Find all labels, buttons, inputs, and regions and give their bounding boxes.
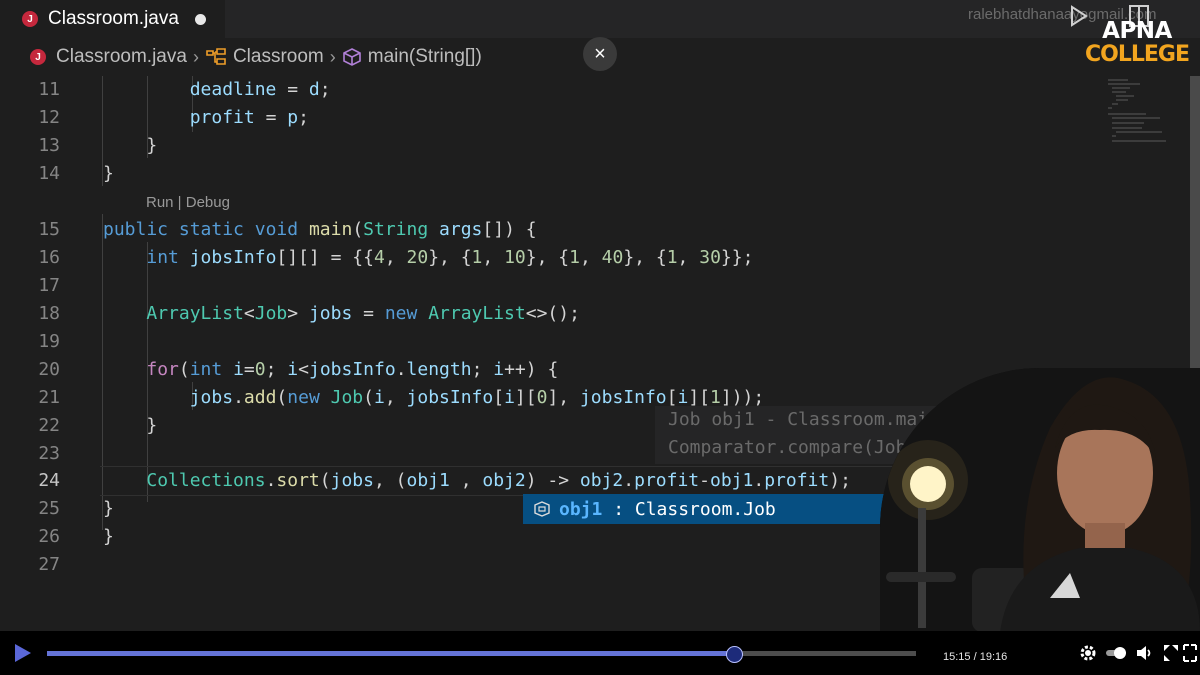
suggestion-item-selected[interactable]: obj1 : Classroom.Job — [523, 494, 893, 524]
settings-gear-icon[interactable] — [1078, 643, 1098, 663]
progress-fill — [47, 651, 735, 656]
method-cube-icon — [342, 48, 361, 66]
code-line: 13 } — [0, 132, 1098, 160]
chevron-right-icon: › — [329, 46, 336, 67]
breadcrumb-method[interactable]: main(String[]) — [368, 46, 482, 68]
breadcrumb: J Classroom.java › Classroom › main(Stri… — [0, 38, 1100, 76]
line-code: ArrayList<Job> jobs = new ArrayList<>(); — [146, 303, 580, 324]
line-number: 17 — [38, 275, 60, 296]
line-code: deadline = d; — [189, 79, 331, 100]
line-code: public static void main(String args[]) { — [103, 219, 537, 240]
code-line: 20 for(int i=0; i<jobsInfo.length; i++) … — [0, 356, 1098, 384]
fullscreen-icon[interactable] — [1182, 643, 1198, 663]
line-number: 16 — [38, 247, 60, 268]
code-line: 17 — [0, 272, 1098, 300]
progress-track[interactable] — [47, 646, 916, 663]
volume-icon[interactable] — [1134, 643, 1154, 663]
line-number: 20 — [38, 359, 60, 380]
line-code: } — [103, 526, 114, 547]
chevron-right-icon: › — [192, 46, 199, 67]
line-number: 27 — [38, 554, 60, 575]
suggestion-name: obj1 — [559, 498, 603, 520]
line-number: 26 — [38, 526, 60, 547]
time-display: 15:15 / 19:16 — [943, 647, 1007, 665]
picture-in-picture-icon[interactable] — [1162, 643, 1180, 663]
suggestion-detail: : Classroom.Job — [602, 498, 776, 520]
class-icon — [206, 48, 226, 65]
line-number: 12 — [38, 107, 60, 128]
toggle-switch-icon[interactable] — [1104, 643, 1128, 663]
line-code: int jobsInfo[][] = {{4, 20}, {1, 10}, {1… — [146, 247, 754, 268]
line-number: 15 — [38, 219, 60, 240]
vertical-scrollbar[interactable] — [1190, 76, 1200, 416]
line-number: 21 — [38, 387, 60, 408]
line-code: } — [103, 163, 114, 184]
modified-dot-icon[interactable] — [194, 13, 206, 25]
current-time: 15:15 — [943, 651, 971, 663]
close-button[interactable]: × — [583, 37, 617, 71]
code-line: 14 } — [0, 160, 1098, 188]
line-code: profit = p; — [189, 107, 309, 128]
code-line: 11 deadline = d; — [0, 76, 1098, 104]
editor-tab-bar: J Classroom.java ralebhatdhanaayogmail.c… — [0, 0, 1200, 38]
variable-icon — [534, 501, 550, 517]
codelens-run-debug[interactable]: Run | Debug — [146, 194, 230, 211]
line-number: 11 — [38, 79, 60, 100]
line-number: 14 — [38, 163, 60, 184]
java-file-icon: J — [30, 49, 46, 65]
java-file-icon: J — [22, 11, 38, 27]
line-number: 19 — [38, 331, 60, 352]
total-time: 19:16 — [979, 651, 1008, 663]
line-number: 23 — [38, 443, 60, 464]
code-line: 12 profit = p; — [0, 104, 1098, 132]
line-code: } — [103, 135, 158, 156]
code-line: 19 — [0, 328, 1098, 356]
line-code: Collections.sort(jobs, (obj1 , obj2) -> … — [146, 470, 851, 491]
line-code: for(int i=0; i<jobsInfo.length; i++) { — [146, 359, 559, 380]
line-code: } — [103, 498, 114, 519]
play-icon[interactable] — [12, 642, 34, 664]
line-number: 13 — [38, 135, 60, 156]
tab-classroom-java[interactable]: J Classroom.java — [0, 0, 225, 38]
code-line: 16 int jobsInfo[][] = {{4, 20}, {1, 10},… — [0, 244, 1098, 272]
line-code: } — [103, 415, 158, 436]
line-number: 18 — [38, 303, 60, 324]
breadcrumb-file[interactable]: Classroom.java — [56, 46, 187, 68]
line-number: 25 — [38, 498, 60, 519]
breadcrumb-class[interactable]: Classroom — [233, 46, 324, 68]
line-number: 24 — [38, 470, 60, 491]
progress-scrubber-handle[interactable] — [726, 646, 744, 663]
logo-top-text: APNA — [1102, 18, 1172, 44]
code-line: 18 ArrayList<Job> jobs = new ArrayList<>… — [0, 300, 1098, 328]
code-line: 15 public static void main(String args[]… — [0, 216, 1098, 244]
logo-bottom-text: COLLEGE — [1085, 42, 1190, 67]
line-number: 22 — [38, 415, 60, 436]
video-controls-bar: 15:15 / 19:16 — [0, 631, 1200, 675]
time-separator: / — [970, 651, 980, 663]
apna-college-logo: APNA COLLEGE — [1082, 18, 1192, 67]
tab-label: Classroom.java — [48, 8, 179, 29]
